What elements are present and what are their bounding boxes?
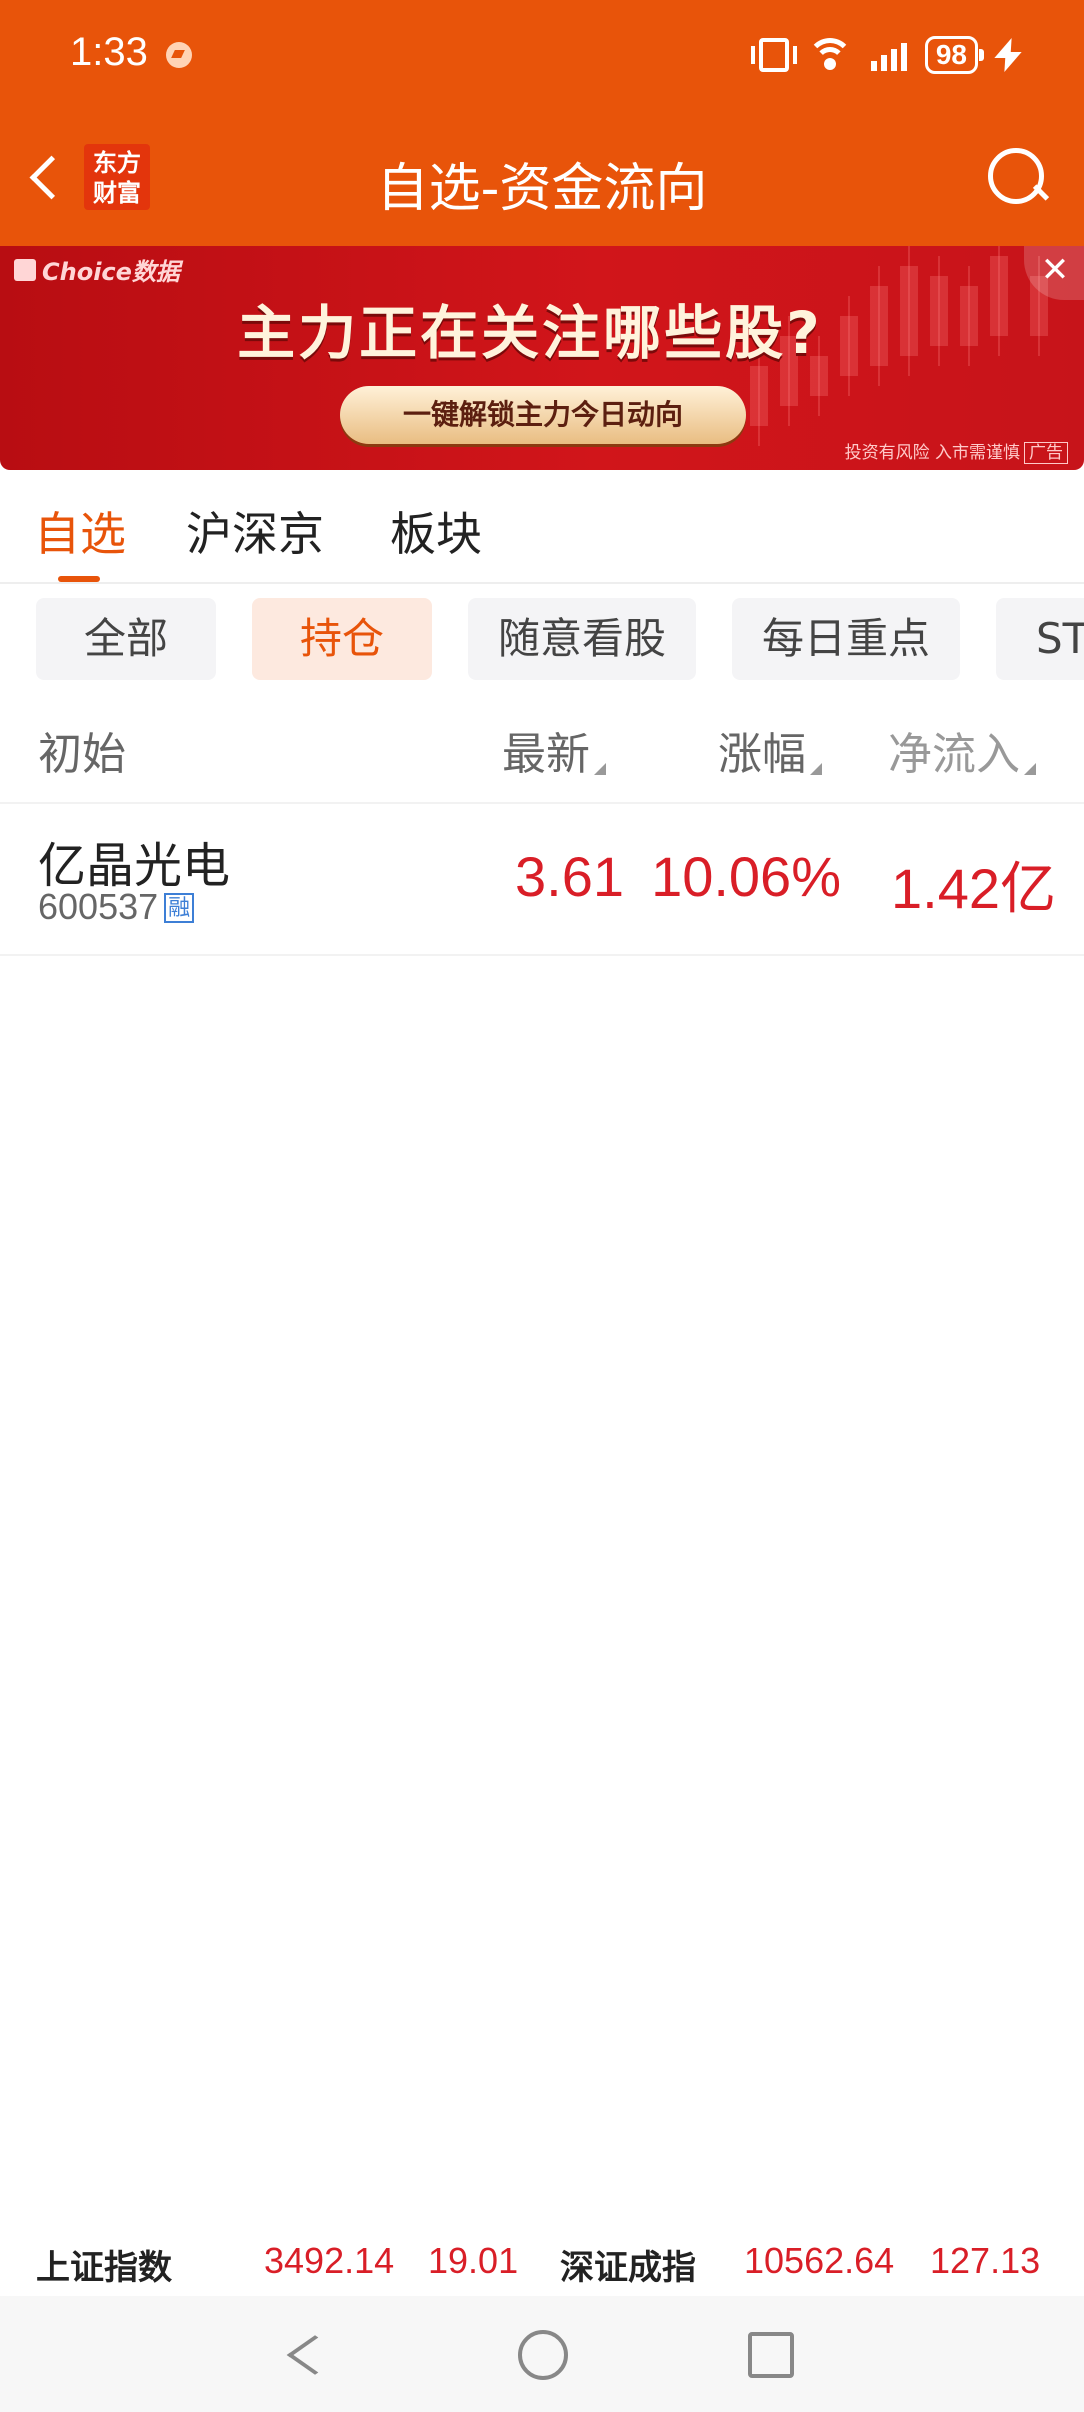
- col-header-netflow[interactable]: 净流入: [888, 718, 1036, 782]
- charging-icon: [996, 38, 1014, 72]
- chip-daily-focus[interactable]: 每日重点: [732, 598, 960, 680]
- margin-badge: 融: [164, 893, 195, 923]
- sz-index-label: 深证成指: [560, 2248, 696, 2288]
- ad-brand-text: Choice数据: [42, 258, 180, 286]
- sz-index-change: 127.13: [930, 2240, 1041, 2281]
- status-time: 1:33: [70, 30, 148, 74]
- table-row[interactable]: 亿晶光电 600537 融 3.61 10.06% 1.42亿: [0, 806, 1084, 956]
- stock-netflow: 1.42亿: [891, 857, 1056, 920]
- stock-code: 600537: [38, 886, 159, 927]
- search-icon[interactable]: [986, 146, 1048, 208]
- check-icon: [14, 258, 36, 281]
- tab-sectors[interactable]: 板块: [390, 498, 482, 564]
- chip-st[interactable]: ST: [996, 598, 1084, 680]
- nav-back-icon[interactable]: [290, 2332, 334, 2380]
- main-tabs: 自选 沪深京 板块: [0, 470, 1084, 584]
- vibrate-icon: [750, 38, 797, 72]
- nav-home-icon[interactable]: [518, 2330, 568, 2380]
- col-header-latest[interactable]: 最新: [502, 718, 606, 782]
- table-header: 初始 最新 涨幅 净流入: [0, 700, 1084, 804]
- sh-index-value: 3492.14: [264, 2240, 395, 2281]
- chip-all[interactable]: 全部: [36, 598, 216, 680]
- col-header-netflow-label: 净流入: [888, 729, 1020, 780]
- status-icons: 98: [750, 30, 1014, 80]
- status-bar: 1:33 98: [0, 0, 1084, 110]
- ad-label: 广告: [1024, 442, 1068, 464]
- wifi-icon: [806, 38, 853, 72]
- sort-icon: [1024, 763, 1036, 775]
- ad-brand: Choice数据: [14, 252, 180, 287]
- nav-recents-icon[interactable]: [748, 2332, 794, 2378]
- ad-banner[interactable]: Choice数据 主力正在关注哪些股? 一键解锁主力今日动向 投资有风险 入市需…: [0, 246, 1084, 470]
- ad-headline: 主力正在关注哪些股?: [237, 299, 823, 367]
- stock-change: 10.06%: [651, 845, 841, 908]
- tab-watchlist[interactable]: 自选: [34, 498, 126, 564]
- col-header-name[interactable]: 初始: [38, 718, 126, 782]
- col-header-latest-label: 最新: [502, 729, 590, 780]
- chip-holdings[interactable]: 持仓: [252, 598, 432, 680]
- system-nav-bar: [0, 2296, 1084, 2412]
- sh-index-label: 上证指数: [36, 2248, 172, 2288]
- signal-icon: [870, 39, 907, 71]
- ad-risk-text: 投资有风险 入市需谨慎: [844, 443, 1020, 463]
- stock-code-line: 600537 融: [38, 886, 195, 928]
- sort-icon: [810, 763, 822, 775]
- battery-indicator: 98: [924, 36, 985, 74]
- ad-risk-note: 投资有风险 入市需谨慎 广告: [844, 438, 1068, 464]
- stock-latest: 3.61: [515, 845, 624, 908]
- app-header: 东方 财富 自选-资金流向: [0, 120, 1084, 240]
- sort-icon: [594, 763, 606, 775]
- ad-cta-button[interactable]: 一键解锁主力今日动向: [340, 386, 746, 444]
- sh-index-change: 19.01: [428, 2240, 519, 2281]
- index-ticker[interactable]: 上证指数 3492.14 19.01 深证成指 10562.64 127.13: [0, 2226, 1084, 2300]
- filter-chips: 全部 持仓 随意看股 每日重点 ST: [0, 598, 1084, 680]
- page-title: 自选-资金流向: [376, 159, 708, 219]
- tab-shanghai-shenzhen-beijing[interactable]: 沪深京: [186, 498, 324, 564]
- top-bar: 1:33 98 东方 财富 自选-资金流向: [0, 0, 1084, 246]
- notification-icon: [166, 42, 192, 68]
- col-header-change-label: 涨幅: [718, 729, 806, 780]
- chip-random[interactable]: 随意看股: [468, 598, 696, 680]
- col-header-change[interactable]: 涨幅: [718, 718, 822, 782]
- active-tab-indicator: [58, 576, 100, 582]
- sz-index-value: 10562.64: [744, 2240, 895, 2281]
